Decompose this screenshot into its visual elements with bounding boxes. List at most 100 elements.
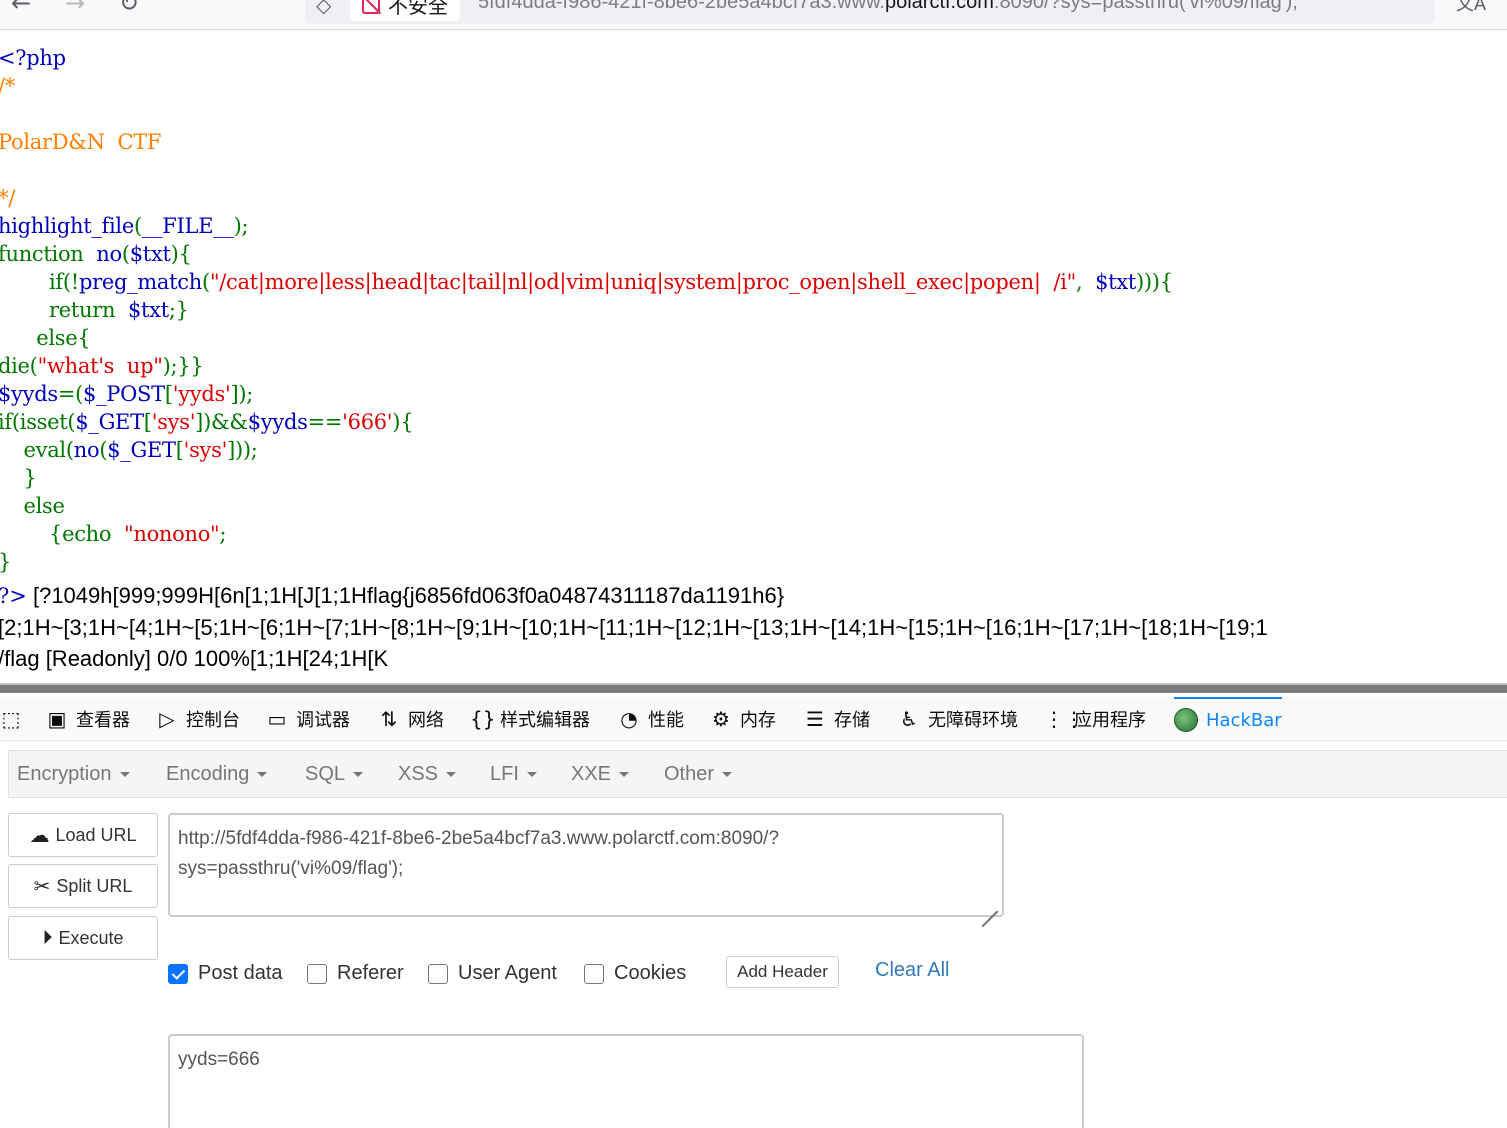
caret-down-icon bbox=[722, 771, 733, 777]
code-token: ){ bbox=[392, 410, 414, 434]
checkbox-icon bbox=[307, 963, 327, 984]
devtools-tab[interactable]: HackBar bbox=[1174, 697, 1282, 741]
hackbar-menu-other[interactable]: Other bbox=[664, 751, 733, 797]
caret-down-icon bbox=[619, 771, 630, 777]
hackbar-menu-encryption[interactable]: Encryption bbox=[17, 751, 130, 797]
code-token: <?php bbox=[0, 46, 66, 70]
menu-label: XXE bbox=[571, 762, 612, 785]
code-line: else{ bbox=[0, 324, 1507, 352]
devtools-splitter[interactable] bbox=[0, 683, 1507, 693]
code-line: if(!preg_match("/cat|more|less|head|tac|… bbox=[0, 268, 1507, 296]
cookies-checkbox[interactable]: Cookies bbox=[584, 962, 686, 985]
hackbar-menu: Encryption Encoding SQL XSS LFI XXE Other bbox=[8, 750, 1507, 798]
back-button[interactable]: ← bbox=[6, 0, 36, 15]
menu-label: Other bbox=[664, 762, 715, 785]
url-prefix: 5fdf4dda-f986-421f-8be6-2be5a4bcf7a3.www… bbox=[478, 0, 885, 13]
code-token: no bbox=[73, 438, 100, 462]
code-token: ); bbox=[233, 214, 249, 238]
hackbar-menu-xxe[interactable]: XXE bbox=[571, 751, 630, 797]
code-token: $yyds bbox=[0, 382, 58, 406]
devtools-tab[interactable]: ⋮⋮ 应用程序 bbox=[1044, 697, 1146, 741]
translate-icon[interactable]: 文A bbox=[1456, 0, 1486, 16]
hackbar-icon bbox=[1174, 708, 1198, 732]
devtools-tab[interactable]: ☰ 存储 bbox=[804, 697, 870, 741]
code-token: ))){ bbox=[1136, 270, 1173, 294]
code-token: $yyds bbox=[247, 410, 308, 434]
load-url-button[interactable]: ☁ Load URL bbox=[8, 813, 158, 857]
output-line-1: [?1049h[999;999H[6n[1;1H[J[1;1Hflag{j685… bbox=[26, 583, 785, 608]
hackbar-menu-xss[interactable]: XSS bbox=[398, 751, 457, 797]
code-token: '666' bbox=[342, 410, 393, 434]
devtools-tab-label: 存储 bbox=[834, 710, 870, 731]
code-token: function bbox=[0, 242, 97, 266]
code-token: if(! bbox=[0, 270, 79, 294]
code-token: else{ bbox=[0, 326, 91, 350]
post-data-label: Post data bbox=[198, 962, 283, 984]
code-token: =( bbox=[57, 382, 84, 406]
code-token: eval( bbox=[0, 438, 75, 462]
post-data-checkbox[interactable]: Post data bbox=[168, 962, 283, 985]
post-data-textarea[interactable]: yyds=666 bbox=[168, 1034, 1084, 1128]
devtools-tab[interactable]: ◔ 性能 bbox=[618, 697, 684, 741]
devtools-tab[interactable]: ▭ 调试器 bbox=[266, 697, 350, 741]
cloud-download-icon: ☁ bbox=[29, 824, 50, 847]
split-url-button[interactable]: ✂ Split URL bbox=[8, 864, 158, 908]
network-icon: ⇅ bbox=[380, 707, 398, 731]
reload-icon: ↻ bbox=[118, 0, 140, 17]
add-header-button[interactable]: Add Header bbox=[726, 956, 839, 988]
clear-all-link[interactable]: Clear All bbox=[875, 959, 949, 982]
caret-down-icon bbox=[446, 771, 457, 777]
code-token: __FILE__ bbox=[141, 214, 234, 238]
referer-checkbox[interactable]: Referer bbox=[307, 962, 404, 985]
code-token: die( bbox=[0, 354, 38, 378]
browser-toolbar: ← → ↻ ◇ 不安全 5fdf4dda-f986-421f-8be6-2be5… bbox=[0, 0, 1507, 30]
arrow-right-icon: → bbox=[64, 0, 86, 17]
security-label: 不安全 bbox=[388, 0, 448, 18]
devtools-tab[interactable]: {} 样式编辑器 bbox=[470, 697, 590, 741]
devtools-tab-label: 调试器 bbox=[296, 710, 350, 731]
split-url-label: Split URL bbox=[56, 875, 133, 896]
code-line: } bbox=[0, 548, 1507, 576]
php-source-code: <?php/*PolarD&N CTF*/highlight_file(__FI… bbox=[0, 44, 1507, 576]
code-token: preg_match bbox=[78, 270, 202, 294]
code-line: $yyds=($_POST['yyds']); bbox=[0, 380, 1507, 408]
code-token: $txt bbox=[127, 298, 169, 322]
devtools-tab[interactable]: ♿ 无障碍环境 bbox=[898, 697, 1018, 741]
menu-label: LFI bbox=[490, 762, 519, 785]
code-token: if(isset( bbox=[0, 410, 76, 434]
devtools-tab[interactable]: ▷ 控制台 bbox=[156, 697, 240, 741]
code-token: 'sys' bbox=[183, 438, 228, 462]
code-token: ]); bbox=[230, 382, 253, 406]
code-token: $_POST bbox=[83, 382, 165, 406]
code-token: PolarD&N CTF bbox=[0, 130, 162, 154]
reload-button[interactable]: ↻ bbox=[114, 0, 144, 15]
execute-button[interactable]: ⏵ Execute bbox=[8, 916, 158, 960]
devtools-tab[interactable]: ⇅ 网络 bbox=[378, 697, 444, 741]
hackbar-menu-encoding[interactable]: Encoding bbox=[166, 751, 268, 797]
tracking-protection-icon[interactable]: ◇ bbox=[316, 0, 331, 17]
hackbar-menu-lfi[interactable]: LFI bbox=[490, 751, 537, 797]
devtools-toolbar: ⬚ ▣ 查看器 ▷ 控制台 ▭ 调试器 ⇅ 网络 {} 样式编辑器 ◔ 性能 ⚙ 内存 ☰ 存储 ♿ 无障碍环境 ⋮⋮… bbox=[0, 697, 1507, 741]
play-circle-icon: ⏵ bbox=[42, 926, 53, 949]
security-indicator[interactable]: 不安全 bbox=[350, 0, 460, 21]
textarea-resize-grip[interactable] bbox=[980, 893, 1000, 913]
inspector-icon: ▣ bbox=[47, 707, 67, 731]
caret-down-icon bbox=[353, 771, 364, 777]
forward-button[interactable]: → bbox=[60, 0, 90, 15]
code-token: "/cat|more|less|head|tac|tail|nl|od|vim|… bbox=[209, 270, 1076, 294]
code-token: [ bbox=[143, 410, 152, 434]
code-token: "nonono" bbox=[123, 522, 220, 546]
code-token: no bbox=[96, 242, 122, 266]
user-agent-checkbox[interactable]: User Agent bbox=[428, 962, 557, 985]
code-token: highlight_file bbox=[0, 214, 134, 238]
devtools-tab-picker[interactable]: ⬚ bbox=[0, 697, 22, 741]
devtools-tab-label: 网络 bbox=[408, 710, 444, 731]
code-token: 'yyds' bbox=[172, 382, 231, 406]
hackbar-menu-sql[interactable]: SQL bbox=[305, 751, 364, 797]
address-text[interactable]: 5fdf4dda-f986-421f-8be6-2be5a4bcf7a3.www… bbox=[478, 0, 1298, 16]
devtools-tab[interactable]: ▣ 查看器 bbox=[46, 697, 130, 741]
devtools-tab[interactable]: ⚙ 内存 bbox=[710, 697, 776, 741]
url-textarea[interactable]: http://5fdf4dda-f986-421f-8be6-2be5a4bcf… bbox=[168, 813, 1004, 917]
